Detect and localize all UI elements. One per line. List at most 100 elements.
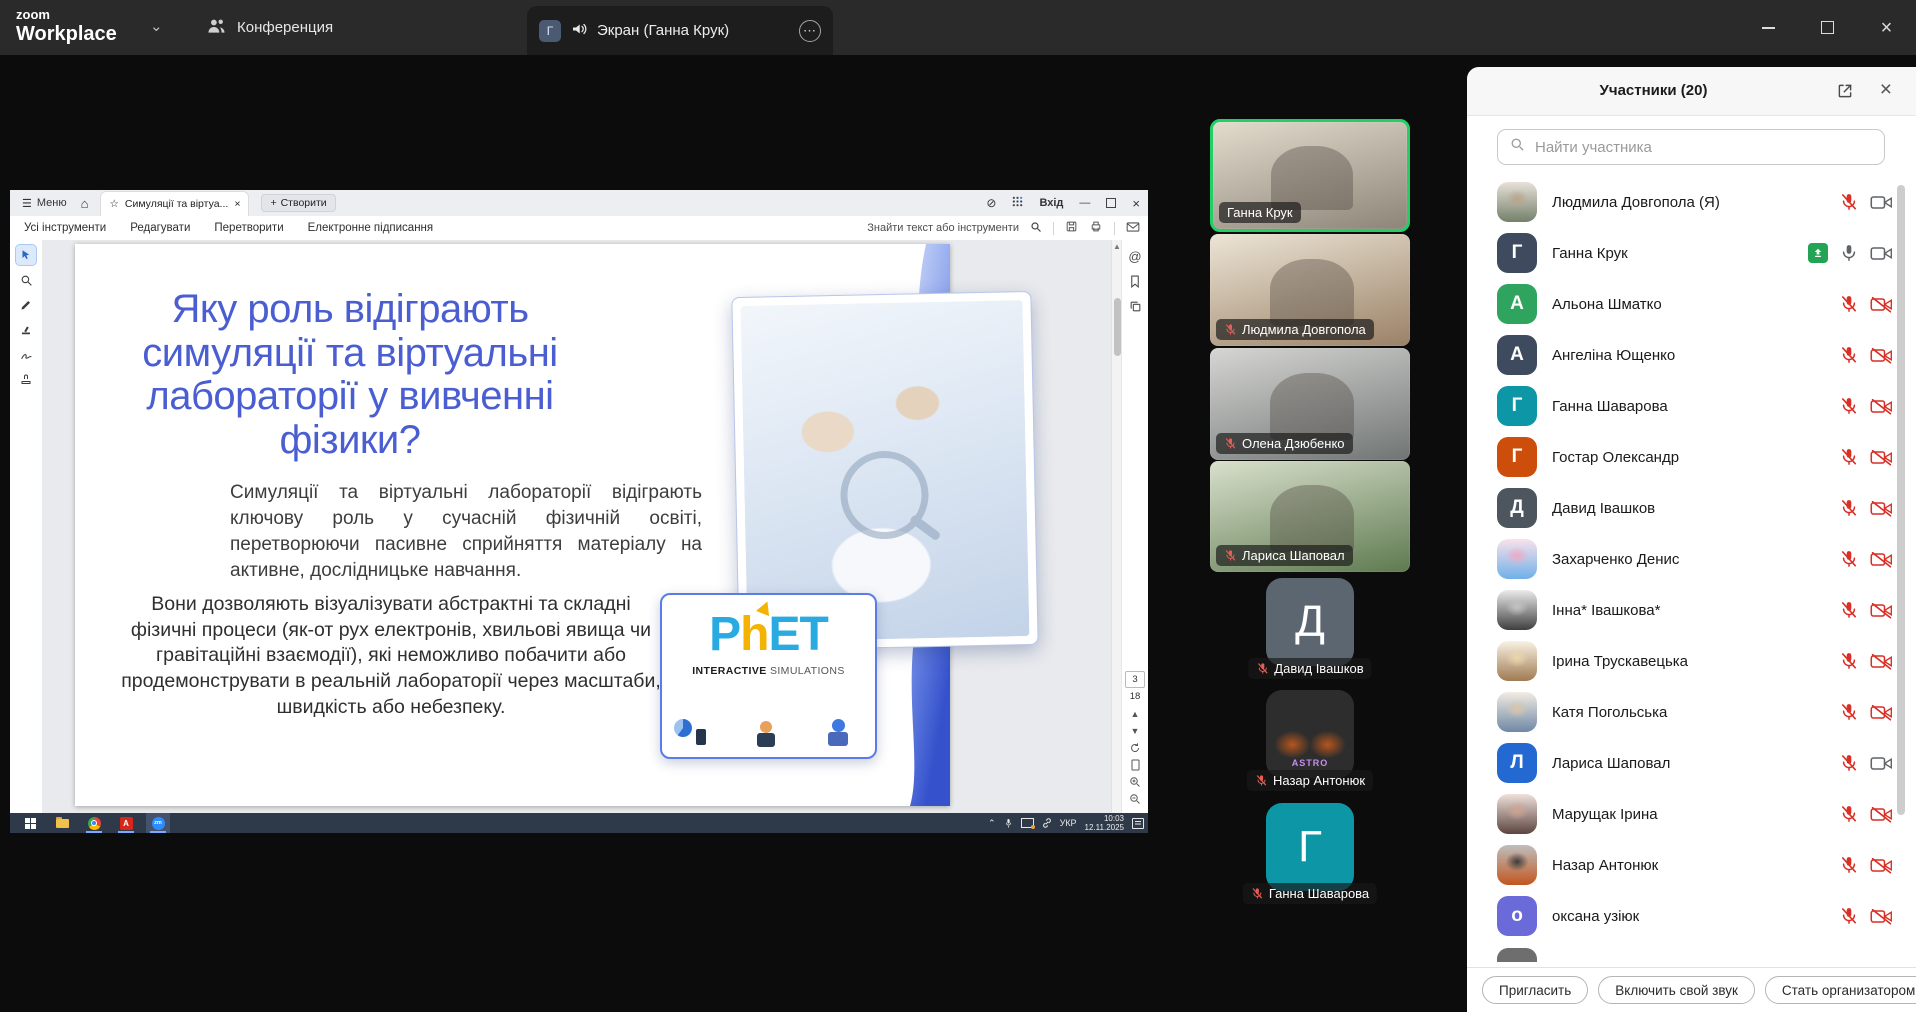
mic-off-icon — [1839, 651, 1859, 671]
video-tile[interactable]: Ганна Крук — [1210, 119, 1410, 232]
popout-icon[interactable] — [1836, 82, 1854, 105]
slide-paragraph-2: Вони дозволяють візуалізувати абстрактні… — [117, 592, 665, 721]
bookmark-icon — [1126, 272, 1144, 290]
participant-name-label: Назар Антонюк — [1247, 770, 1373, 791]
avatar — [1497, 641, 1537, 681]
mic-off-icon — [1839, 906, 1859, 926]
acrobat-close-icon: × — [1132, 196, 1140, 211]
video-tile[interactable]: ГГанна Шаварова — [1210, 803, 1410, 909]
mic-off-icon — [1255, 774, 1268, 787]
slide-title: Яку роль відіграють симуляції та віртуал… — [110, 288, 590, 462]
participant-row[interactable]: ААнгеліна Ющенко — [1497, 335, 1893, 375]
camera-off-icon — [1870, 550, 1893, 569]
participant-name-label: Ганна Шаварова — [1243, 883, 1377, 904]
tab-screen-label: Экран (Ганна Крук) — [597, 22, 729, 39]
avatar — [1497, 182, 1537, 222]
participant-row[interactable]: ооксана узіюк — [1497, 896, 1893, 936]
participant-row[interactable]: Назар Антонюк — [1497, 845, 1893, 885]
camera-off-icon — [1870, 295, 1893, 314]
tab-screen-share[interactable]: Г Экран (Ганна Крук) ⋯ — [527, 6, 833, 55]
participant-row[interactable]: Ірина Трускавецька — [1497, 641, 1893, 681]
participant-status-icons — [1839, 345, 1893, 365]
participant-row[interactable]: Захарченко Денис — [1497, 539, 1893, 579]
participant-row[interactable]: ГГанна Шаварова — [1497, 386, 1893, 426]
participant-row[interactable]: ДДавид Івашков — [1497, 488, 1893, 528]
avatar — [1497, 794, 1537, 834]
mic-off-icon — [1256, 662, 1269, 675]
tab-conference[interactable]: Конференция — [206, 0, 333, 55]
page-up-icon: ▲ — [1126, 707, 1144, 721]
close-button[interactable]: × — [1857, 0, 1916, 55]
video-tile[interactable]: Людмила Довгопола — [1210, 234, 1410, 346]
participant-name: Лариса Шаповал — [1552, 755, 1839, 772]
participant-row[interactable]: ГГанна Крук — [1497, 233, 1893, 273]
camera-on-icon — [1870, 193, 1893, 212]
phet-logo-card: PhET INTERACTIVE SIMULATIONS — [660, 593, 877, 759]
chevron-down-icon[interactable]: ⌄ — [150, 17, 163, 35]
participant-row[interactable]: Марущак Ірина — [1497, 794, 1893, 834]
participant-name: Ганна Крук — [1552, 245, 1808, 262]
acrobat-signin-button: Вхід — [1039, 197, 1063, 209]
participant-row[interactable]: Інна* Івашкова* — [1497, 590, 1893, 630]
unmute-self-button[interactable]: Включить свой звук — [1598, 976, 1755, 1004]
become-host-button[interactable]: Стать организатором — [1765, 976, 1916, 1004]
scrollbar-thumb — [1114, 298, 1121, 356]
participant-status-icons — [1839, 855, 1893, 875]
camera-off-icon — [1870, 805, 1893, 824]
acrobat-menu-item: Електронне підписання — [308, 222, 434, 234]
mic-off-icon — [1839, 600, 1859, 620]
camera-on-icon — [1870, 244, 1893, 263]
participant-status-icons — [1839, 651, 1893, 671]
magnifier-illustration — [839, 450, 929, 540]
search-icon — [1030, 221, 1042, 236]
minimize-button[interactable] — [1739, 0, 1798, 55]
mic-off-icon — [1839, 702, 1859, 722]
restore-button[interactable] — [1798, 0, 1857, 55]
video-tile[interactable]: Олена Дзюбенко — [1210, 348, 1410, 460]
avatar: Д — [1266, 578, 1354, 666]
search-icon — [1510, 137, 1525, 157]
panel-close-icon[interactable]: × — [1880, 78, 1892, 102]
participants-scrollbar-thumb[interactable] — [1897, 185, 1905, 815]
video-silhouette — [1270, 259, 1354, 326]
participant-name: оксана узіюк — [1552, 908, 1839, 925]
participant-row[interactable]: Катя Погольська — [1497, 692, 1893, 732]
mention-icon: @ — [1126, 247, 1144, 265]
avatar: А — [1497, 335, 1537, 375]
tray-chevron-icon: ⌃ — [988, 818, 996, 829]
acrobat-tab-strip: ☰ Меню ⌂ ☆ Симуляції та віртуа... × + Ст… — [10, 190, 1148, 217]
save-icon — [1065, 220, 1078, 236]
search-input[interactable] — [1533, 138, 1872, 157]
participant-row[interactable]: Людмила Довгопола (Я) — [1497, 182, 1893, 222]
participant-status-icons — [1839, 753, 1893, 773]
participant-name-label: Олена Дзюбенко — [1216, 433, 1353, 454]
participant-search-box[interactable] — [1497, 129, 1885, 165]
participant-name: Гостар Олександр — [1552, 449, 1839, 466]
more-options-icon[interactable]: ⋯ — [799, 20, 821, 42]
video-tile[interactable]: ASTROНазар Антонюк — [1210, 690, 1410, 796]
participant-row[interactable]: ЛЛариса Шаповал — [1497, 743, 1893, 783]
language-indicator: УКР — [1060, 818, 1077, 828]
participant-name: Захарченко Денис — [1552, 551, 1839, 568]
participant-status-icons — [1808, 243, 1893, 263]
invite-button[interactable]: Пригласить — [1482, 976, 1588, 1004]
acrobat-create-button: + Створити — [261, 194, 335, 212]
participant-name: Людмила Довгопола (Я) — [1552, 194, 1839, 211]
stamp-tool-icon — [16, 370, 36, 390]
video-tile[interactable]: Лариса Шаповал — [1210, 461, 1410, 572]
speaker-icon — [570, 21, 588, 41]
acrobat-menu-button: ☰ Меню — [22, 197, 67, 210]
video-tile[interactable]: ДДавид Івашков — [1210, 578, 1410, 684]
participant-row[interactable]: ГГостар Олександр — [1497, 437, 1893, 477]
plus-icon: + — [270, 197, 276, 209]
camera-off-icon — [1870, 652, 1893, 671]
participant-status-icons — [1839, 294, 1893, 314]
mic-off-icon — [1839, 345, 1859, 365]
camera-off-icon — [1870, 448, 1893, 467]
mic-off-icon — [1839, 549, 1859, 569]
windows-taskbar: Azm ⌃ УКР 10:03 12.11.2025 — [10, 813, 1148, 833]
participant-row[interactable]: ААльона Шматко — [1497, 284, 1893, 324]
participants-panel: Участники (20) × Людмила Довгопола (Я)ГГ… — [1467, 67, 1916, 1012]
mail-icon — [1126, 221, 1140, 236]
camera-off-icon — [1870, 703, 1893, 722]
